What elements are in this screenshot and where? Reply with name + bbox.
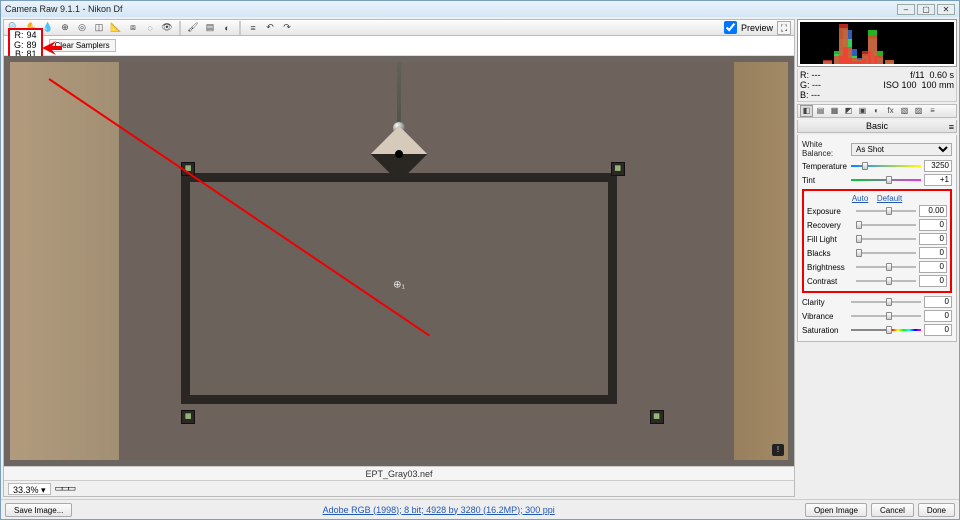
vibrance-label: Vibrance [802, 312, 848, 321]
graduated-filter-icon[interactable]: ▤ [203, 21, 217, 35]
fill_light-slider[interactable] [856, 235, 916, 243]
contrast-slider[interactable] [856, 277, 916, 285]
close-button[interactable]: ✕ [937, 4, 955, 15]
adjustment-brush-icon[interactable]: 🖌 [186, 21, 200, 35]
filename: EPT_Gray03.nef [365, 469, 432, 479]
zoom-strip-icon[interactable]: ▭▭▭ [55, 483, 75, 494]
panel-tab-9[interactable]: ≡ [926, 105, 939, 117]
panel-tab-4[interactable]: ▣ [856, 105, 869, 117]
rotate-ccw-icon[interactable]: ↶ [263, 21, 277, 35]
zoom-select[interactable]: 33.3% ▾ [8, 483, 51, 495]
histogram[interactable] [800, 22, 954, 64]
window-title: Camera Raw 9.1.1 - Nikon Df [5, 4, 123, 14]
exposure-slider[interactable] [856, 207, 916, 215]
auto-link[interactable]: Auto [852, 194, 868, 203]
panel-tab-0[interactable]: ◧ [800, 105, 813, 117]
temperature-slider[interactable] [851, 162, 921, 170]
exif-readout: R: --- G: --- B: --- f/11 0.60 s ISO 100… [797, 69, 957, 102]
workflow-link[interactable]: Adobe RGB (1998); 8 bit; 4928 by 3280 (1… [323, 505, 555, 515]
vibrance-value[interactable]: 0 [924, 310, 952, 322]
clarity-value[interactable]: 0 [924, 296, 952, 308]
clarity-slider[interactable] [851, 298, 921, 306]
panel-title: Basic [866, 121, 888, 131]
brightness-value[interactable]: 0 [919, 261, 947, 273]
panel-menu-icon[interactable]: ≡ [949, 121, 954, 133]
crop-icon[interactable]: ◫ [92, 21, 106, 35]
open-image-button[interactable]: Open Image [805, 503, 867, 517]
rotate-cw-icon[interactable]: ↷ [280, 21, 294, 35]
panel-tab-2[interactable]: ▦ [828, 105, 841, 117]
saturation-slider[interactable] [851, 326, 921, 334]
exposure-label: Exposure [807, 207, 853, 216]
panel-tab-3[interactable]: ◩ [842, 105, 855, 117]
brightness-slider[interactable] [856, 263, 916, 271]
tint-slider[interactable] [851, 176, 921, 184]
saturation-label: Saturation [802, 326, 848, 335]
recovery-slider[interactable] [856, 221, 916, 229]
contrast-label: Contrast [807, 277, 853, 286]
warning-icon[interactable]: ! [772, 444, 784, 456]
minimize-button[interactable]: – [897, 4, 915, 15]
tint-label: Tint [802, 176, 848, 185]
temperature-value[interactable]: 3250 [924, 160, 952, 172]
preview-label: Preview [741, 23, 773, 33]
clear-samplers-button[interactable]: Clear Samplers [49, 39, 116, 52]
vibrance-slider[interactable] [851, 312, 921, 320]
tool-toolbar: 🔍 ✋ 💧 ⊕ ◎ ◫ 📐 ⧈ ◌ 👁 🖌 ▤ ◐ ≡ ↶ ↷ [4, 20, 794, 36]
wb-label: White Balance: [802, 140, 848, 158]
separator [179, 21, 181, 35]
sampler-point-icon[interactable]: ⊕₁ [393, 279, 405, 290]
image-preview[interactable]: ▦▦ ▦▦ ⊕₁ ! [4, 56, 794, 466]
radial-filter-icon[interactable]: ◐ [220, 21, 234, 35]
done-button[interactable]: Done [918, 503, 955, 517]
recovery-label: Recovery [807, 221, 853, 230]
blacks-slider[interactable] [856, 249, 916, 257]
tone-group: Auto Default Exposure 0.00 Recovery 0 Fill L… [802, 189, 952, 293]
wb-select[interactable]: As Shot [851, 143, 952, 156]
fill_light-value[interactable]: 0 [919, 233, 947, 245]
panel-tab-1[interactable]: ▤ [814, 105, 827, 117]
spot-removal-icon[interactable]: ◌ [143, 21, 157, 35]
prefs-icon[interactable]: ≡ [246, 21, 260, 35]
tint-value[interactable]: +1 [924, 174, 952, 186]
clarity-label: Clarity [802, 298, 848, 307]
contrast-value[interactable]: 0 [919, 275, 947, 287]
wb-eyedropper-icon[interactable]: 💧 [41, 21, 55, 35]
titlebar: Camera Raw 9.1.1 - Nikon Df – ▢ ✕ [1, 1, 959, 17]
redeye-icon[interactable]: 👁 [160, 21, 174, 35]
saturation-value[interactable]: 0 [924, 324, 952, 336]
default-link[interactable]: Default [877, 194, 902, 203]
panel-tab-5[interactable]: ◐ [870, 105, 883, 117]
panel-tab-7[interactable]: ▧ [898, 105, 911, 117]
exposure-value[interactable]: 0.00 [919, 205, 947, 217]
panel-header: Basic ≡ [797, 120, 957, 133]
fullscreen-icon[interactable]: ⛶ [777, 21, 791, 35]
maximize-button[interactable]: ▢ [917, 4, 935, 15]
target-adjust-icon[interactable]: ◎ [75, 21, 89, 35]
color-sampler-icon[interactable]: ⊕ [58, 21, 72, 35]
blacks-value[interactable]: 0 [919, 247, 947, 259]
cancel-button[interactable]: Cancel [871, 503, 914, 517]
transform-icon[interactable]: ⧈ [126, 21, 140, 35]
brightness-label: Brightness [807, 263, 853, 272]
panel-tab-8[interactable]: ▨ [912, 105, 925, 117]
temperature-label: Temperature [802, 162, 848, 171]
panel-tabs: ◧▤▦◩▣◐fx▧▨≡ [797, 104, 957, 118]
separator [239, 21, 241, 35]
preview-checkbox[interactable] [724, 21, 737, 34]
straighten-icon[interactable]: 📐 [109, 21, 123, 35]
filename-bar: EPT_Gray03.nef [4, 466, 794, 480]
blacks-label: Blacks [807, 249, 853, 258]
panel-tab-6[interactable]: fx [884, 105, 897, 117]
save-image-button[interactable]: Save Image... [5, 503, 72, 517]
fill_light-label: Fill Light [807, 235, 853, 244]
recovery-value[interactable]: 0 [919, 219, 947, 231]
